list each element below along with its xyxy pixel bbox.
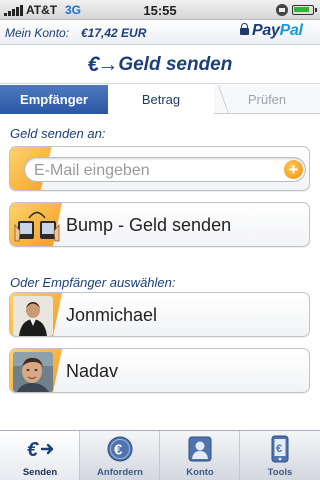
tab-senden[interactable]: € Senden: [0, 431, 80, 480]
contact-row-nadav[interactable]: Nadav: [9, 348, 310, 393]
padlock-icon: [240, 23, 249, 35]
phone-icon: €: [271, 435, 289, 463]
account-bar: Mein Konto: €17,42 EUR PayPal: [0, 20, 320, 45]
step-review: Prüfen: [247, 92, 287, 107]
contact-name: Jonmichael: [66, 305, 158, 325]
battery-icon: [292, 5, 317, 15]
step-recipient[interactable]: Empfänger: [0, 85, 120, 114]
tab-anfordern[interactable]: € Anfordern: [80, 431, 160, 480]
orientation-lock-icon: [276, 4, 288, 16]
bump-button-label: Bump - Geld senden: [66, 215, 232, 235]
svg-text:€: €: [27, 439, 39, 461]
avatar: [13, 352, 53, 392]
send-to-label: Geld senden an:: [10, 126, 106, 141]
tab-label: Konto: [186, 467, 214, 478]
step-amount[interactable]: Betrag: [108, 85, 214, 114]
contact-name: Nadav: [66, 361, 119, 381]
tab-label: Tools: [267, 467, 293, 478]
tab-label: Senden: [22, 467, 58, 478]
status-bar: AT&T 3G 15:55: [0, 0, 320, 20]
euro-send-icon: €: [27, 439, 54, 461]
tab-label: Anfordern: [97, 467, 143, 478]
svg-text:€: €: [114, 442, 123, 459]
email-input[interactable]: [24, 157, 306, 182]
tab-bar: € Senden € Anfordern Konto € Tools: [0, 430, 320, 480]
add-contact-icon[interactable]: +: [284, 160, 303, 179]
account-label: Mein Konto:: [5, 26, 70, 40]
bump-phones-icon: [14, 211, 60, 242]
avatar: [13, 296, 53, 336]
person-icon: [188, 436, 212, 462]
email-entry-card: +: [9, 146, 310, 191]
title-bar: €→ Geld senden: [0, 45, 320, 84]
step-indicator: Empfänger Betrag Prüfen: [0, 85, 320, 114]
tab-tools[interactable]: € Tools: [240, 431, 320, 480]
bump-send-button[interactable]: Bump - Geld senden: [9, 202, 310, 247]
page-title-text: Geld senden: [118, 53, 233, 75]
euro-coin-icon: €: [107, 436, 133, 462]
paypal-logo-pal: Pal: [279, 22, 303, 39]
contact-row-jonmichael[interactable]: Jonmichael: [9, 292, 310, 337]
status-time: 15:55: [143, 3, 177, 18]
page-title: €→ Geld senden: [0, 45, 320, 84]
account-balance: €17,42 EUR: [81, 26, 147, 40]
choose-recipient-label: Oder Empfänger auswählen:: [10, 275, 176, 290]
paypal-logo-pay: Pay: [252, 22, 280, 39]
paypal-logo: PayPal: [252, 22, 303, 40]
svg-text:€: €: [276, 443, 282, 455]
tab-konto[interactable]: Konto: [160, 431, 240, 480]
euro-send-title-icon: €→: [87, 52, 119, 76]
